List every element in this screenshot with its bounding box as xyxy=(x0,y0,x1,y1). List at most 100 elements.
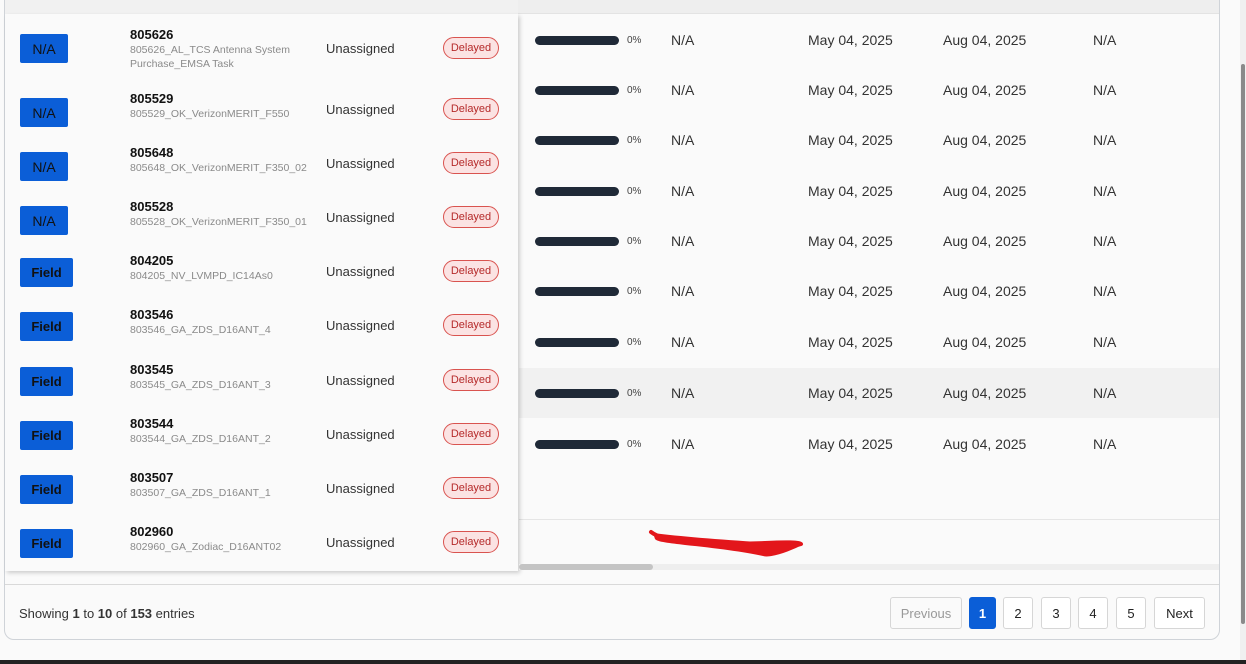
job-id[interactable]: 804205 xyxy=(130,253,173,268)
vertical-scrollbar-thumb[interactable] xyxy=(1241,64,1245,624)
job-description: 803507_GA_ZDS_D16ANT_1 xyxy=(130,487,271,499)
status-badge: Delayed xyxy=(443,206,499,228)
progress-percent: 0% xyxy=(627,34,642,46)
entries-info-prefix: Showing xyxy=(19,606,73,621)
assignee: Unassigned xyxy=(326,535,395,550)
type-badge: Field xyxy=(20,367,73,396)
page-4-button[interactable]: 4 xyxy=(1078,597,1108,629)
start-date: May 04, 2025 xyxy=(808,385,893,401)
job-description: 802960_GA_Zodiac_D16ANT02 xyxy=(130,541,282,553)
table-row[interactable]: N/A 805626 805626_AL_TCS Antenna System Pu… xyxy=(5,19,518,73)
entries-of-word: of xyxy=(112,606,131,621)
previous-page-button[interactable]: Previous xyxy=(890,597,962,629)
table-row[interactable]: Field 803545 803545_GA_ZDS_D16ANT_3 Unassig… xyxy=(5,354,518,408)
entries-to-word: to xyxy=(79,606,98,621)
job-id[interactable]: 805626 xyxy=(130,27,173,42)
table-row[interactable]: Field 804205 804205_NV_LVMPD_IC14As0 Unassi… xyxy=(5,245,518,299)
table-row-detail[interactable]: 0% N/A May 04, 2025 Aug 04, 2025 N/A xyxy=(519,216,1219,266)
end-date: Aug 04, 2025 xyxy=(943,334,1027,350)
page-3-button[interactable]: 3 xyxy=(1041,597,1071,629)
progress-percent: 0% xyxy=(627,387,642,399)
table-row[interactable]: Field 803546 803546_GA_ZDS_D16ANT_4 Unassig… xyxy=(5,299,518,353)
type-badge: Field xyxy=(20,421,73,450)
job-description: 805626_AL_TCS Antenna System Purchase_EM… xyxy=(130,44,290,70)
progress-bar xyxy=(535,35,619,45)
progress-bar xyxy=(535,186,619,196)
next-page-button[interactable]: Next xyxy=(1154,597,1205,629)
job-id[interactable]: 805528 xyxy=(130,199,173,214)
table-row[interactable]: Field 802960 802960_GA_Zodiac_D16ANT02 Unas… xyxy=(5,516,518,570)
entries-info-suffix: entries xyxy=(152,606,195,621)
table-row-detail[interactable]: 0% N/A May 04, 2025 Aug 04, 2025 N/A xyxy=(519,115,1219,165)
table-row[interactable]: N/A 805529 805529_OK_VerizonMERIT_F550 Unas… xyxy=(5,83,518,137)
end-date: Aug 04, 2025 xyxy=(943,283,1027,299)
assignee: Unassigned xyxy=(326,41,395,56)
entries-to: 10 xyxy=(97,606,113,621)
job-id[interactable]: 805529 xyxy=(130,91,173,106)
tertiary-value: N/A xyxy=(1093,132,1117,148)
status-badge: Delayed xyxy=(443,369,499,391)
status-badge: Delayed xyxy=(443,423,499,445)
horizontal-scrollbar-thumb[interactable] xyxy=(519,564,653,570)
type-badge: N/A xyxy=(20,34,68,63)
job-description: 805528_OK_VerizonMERIT_F350_01 xyxy=(130,216,307,228)
secondary-value: N/A xyxy=(671,32,695,48)
entries-from: 1 xyxy=(72,606,80,621)
progress-percent: 0% xyxy=(627,336,642,348)
table-row[interactable]: Field 803507 803507_GA_ZDS_D16ANT_1 Unassig… xyxy=(5,462,518,516)
job-id[interactable]: 803544 xyxy=(130,416,173,431)
status-badge: Delayed xyxy=(443,260,499,282)
start-date: May 04, 2025 xyxy=(808,233,893,249)
table-row-detail[interactable]: 0% N/A May 04, 2025 Aug 04, 2025 N/A xyxy=(519,166,1219,216)
window-bottom-edge xyxy=(0,660,1246,664)
start-date: May 04, 2025 xyxy=(808,283,893,299)
secondary-value: N/A xyxy=(671,183,695,199)
table-row-detail[interactable]: 0% N/A May 04, 2025 Aug 04, 2025 N/A xyxy=(519,317,1219,367)
job-id[interactable]: 803507 xyxy=(130,470,173,485)
table-row-detail[interactable]: 0% N/A May 04, 2025 Aug 04, 2025 N/A xyxy=(519,266,1219,316)
status-badge: Delayed xyxy=(443,314,499,336)
page-2-button[interactable]: 2 xyxy=(1003,597,1033,629)
tertiary-value: N/A xyxy=(1093,82,1117,98)
table-row[interactable]: Field 803544 803544_GA_ZDS_D16ANT_2 Unassig… xyxy=(5,408,518,462)
table-row[interactable]: N/A 805528 805528_OK_VerizonMERIT_F350_01 U… xyxy=(5,191,518,245)
status-badge: Delayed xyxy=(443,477,499,499)
start-date: May 04, 2025 xyxy=(808,132,893,148)
status-badge: Delayed xyxy=(443,37,499,59)
progress-percent: 0% xyxy=(627,235,642,247)
job-id[interactable]: 803546 xyxy=(130,307,173,322)
job-description: 803544_GA_ZDS_D16ANT_2 xyxy=(130,433,271,445)
scrollable-columns-panel: 0% N/A May 04, 2025 Aug 04, 2025 N/A 0% N/A May… xyxy=(519,14,1219,520)
progress-percent: 0% xyxy=(627,285,642,297)
type-badge: N/A xyxy=(20,98,68,127)
table-row-detail[interactable]: 0% N/A May 04, 2025 Aug 04, 2025 N/A xyxy=(519,368,1219,418)
page-5-button[interactable]: 5 xyxy=(1116,597,1146,629)
job-id[interactable]: 803545 xyxy=(130,362,173,377)
assignee: Unassigned xyxy=(326,156,395,171)
job-id[interactable]: 802960 xyxy=(130,524,173,539)
progress-bar xyxy=(535,439,619,449)
table-row[interactable]: N/A 805648 805648_OK_VerizonMERIT_F350_02 U… xyxy=(5,137,518,191)
table-row-detail[interactable]: 0% N/A May 04, 2025 Aug 04, 2025 N/A xyxy=(519,15,1219,65)
type-badge: Field xyxy=(20,529,73,558)
frozen-header-strip xyxy=(5,0,518,14)
job-id[interactable]: 805648 xyxy=(130,145,173,160)
secondary-value: N/A xyxy=(671,82,695,98)
secondary-value: N/A xyxy=(671,283,695,299)
secondary-value: N/A xyxy=(671,233,695,249)
progress-bar xyxy=(535,135,619,145)
table-row-detail[interactable]: 0% N/A May 04, 2025 Aug 04, 2025 N/A xyxy=(519,419,1219,469)
type-badge: N/A xyxy=(20,206,68,235)
start-date: May 04, 2025 xyxy=(808,32,893,48)
progress-percent: 0% xyxy=(627,84,642,96)
assignee: Unassigned xyxy=(326,373,395,388)
type-badge: Field xyxy=(20,475,73,504)
page-1-button[interactable]: 1 xyxy=(969,597,996,629)
progress-bar xyxy=(535,337,619,347)
status-badge: Delayed xyxy=(443,98,499,120)
assignee: Unassigned xyxy=(326,427,395,442)
start-date: May 04, 2025 xyxy=(808,334,893,350)
job-description: 805529_OK_VerizonMERIT_F550 xyxy=(130,108,290,120)
table-row-detail[interactable]: 0% N/A May 04, 2025 Aug 04, 2025 N/A xyxy=(519,65,1219,115)
assignee: Unassigned xyxy=(326,210,395,225)
